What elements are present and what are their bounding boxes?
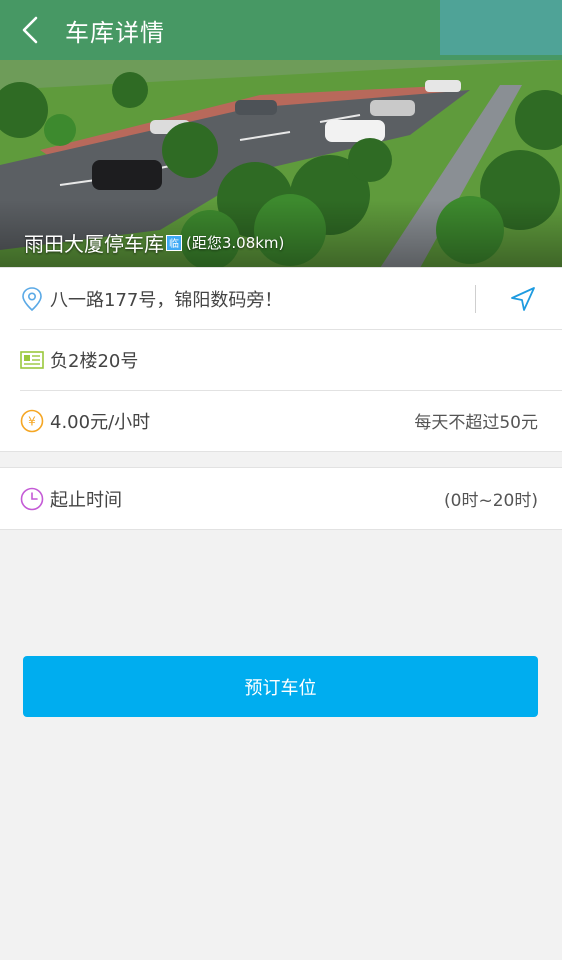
back-button[interactable] <box>0 0 60 60</box>
svg-text:¥: ¥ <box>28 414 36 428</box>
hours-row: 起止时间 (0时~20时) <box>0 468 562 529</box>
book-space-button[interactable]: 预订车位 <box>23 656 538 717</box>
address-text: 八一路177号，锦阳数码旁！ <box>50 289 283 311</box>
navigation-arrow-icon <box>511 286 535 311</box>
floor-card-icon <box>20 348 44 372</box>
price-row: ¥ 4.00元/小时 每天不超过50元 <box>0 390 562 451</box>
garage-distance: (距您3.08km) <box>186 234 285 252</box>
navigate-button[interactable] <box>508 284 538 314</box>
temporary-tag-icon: 临 <box>166 234 182 251</box>
address-row: 八一路177号，锦阳数码旁！ <box>0 268 562 329</box>
garage-info-card: 八一路177号，锦阳数码旁！ 负2楼20号 ¥ 4.00元/小时 每天不超过50… <box>0 267 562 452</box>
garage-photo: 车库详情 雨田大厦停车库 临 (距您3.08km) <box>0 0 562 268</box>
garage-detail-page: 车库详情 雨田大厦停车库 临 (距您3.08km) 八一路177号，锦阳数码旁！ <box>0 0 562 960</box>
yuan-coin-icon: ¥ <box>20 409 44 433</box>
top-bar: 车库详情 <box>0 0 562 60</box>
price-text: 4.00元/小时 <box>50 411 151 433</box>
floor-text: 负2楼20号 <box>50 350 139 372</box>
divider <box>475 284 476 313</box>
price-cap-text: 每天不超过50元 <box>414 413 538 433</box>
garage-name: 雨田大厦停车库 <box>24 232 164 256</box>
location-pin-icon <box>20 286 44 311</box>
floor-row: 负2楼20号 <box>0 329 562 390</box>
hours-label: 起止时间 <box>50 489 122 511</box>
clock-icon <box>20 487 44 511</box>
hours-card: 起止时间 (0时~20时) <box>0 467 562 530</box>
hours-value: (0时~20时) <box>444 491 538 511</box>
garage-caption: 雨田大厦停车库 临 (距您3.08km) <box>24 228 284 257</box>
back-arrow-icon <box>22 16 38 44</box>
page-title: 车库详情 <box>65 18 165 47</box>
